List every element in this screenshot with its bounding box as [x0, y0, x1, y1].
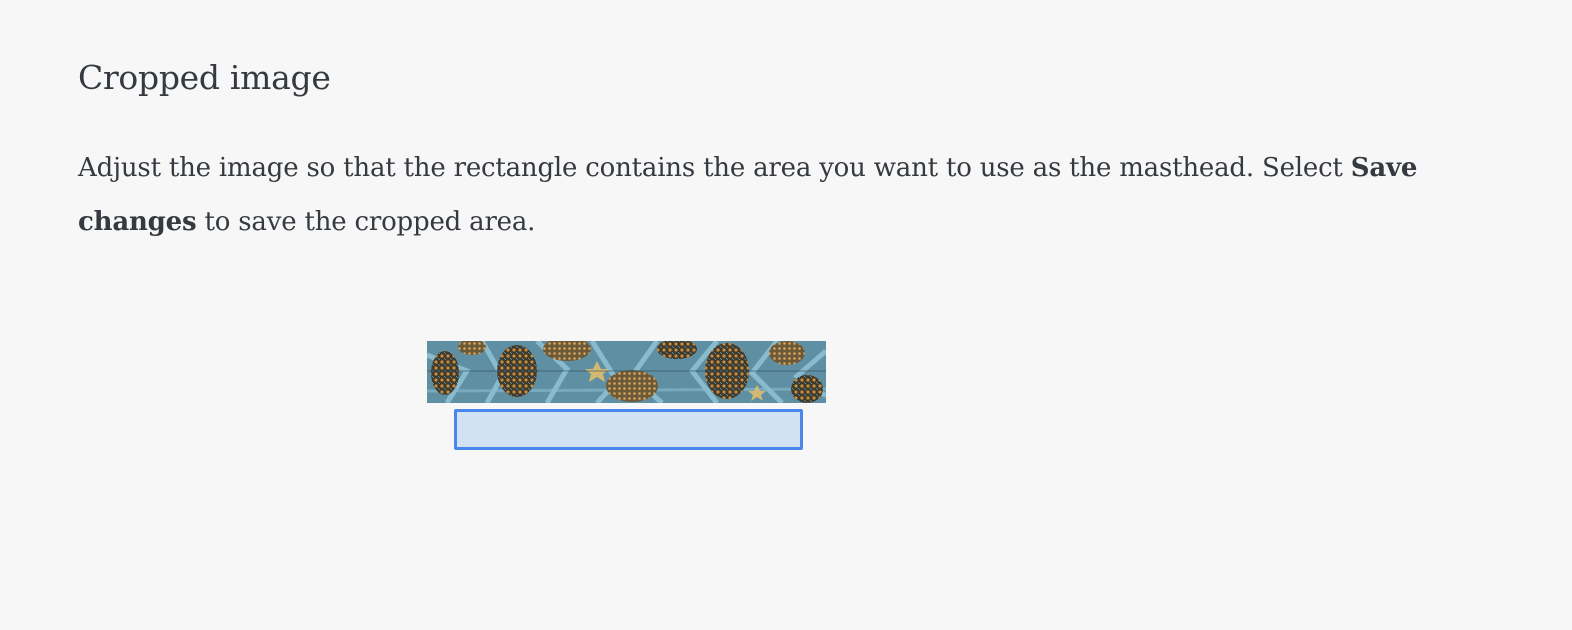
masthead-image	[427, 341, 826, 403]
instruction-text: Adjust the image so that the rectangle c…	[78, 141, 1458, 249]
page-title: Cropped image	[78, 58, 331, 97]
crop-rectangle[interactable]	[454, 409, 803, 450]
mosaic-image-icon	[427, 341, 826, 403]
instruction-text-start: Adjust the image so that the rectangle c…	[78, 153, 1351, 183]
instruction-text-end: to save the cropped area.	[196, 207, 536, 237]
